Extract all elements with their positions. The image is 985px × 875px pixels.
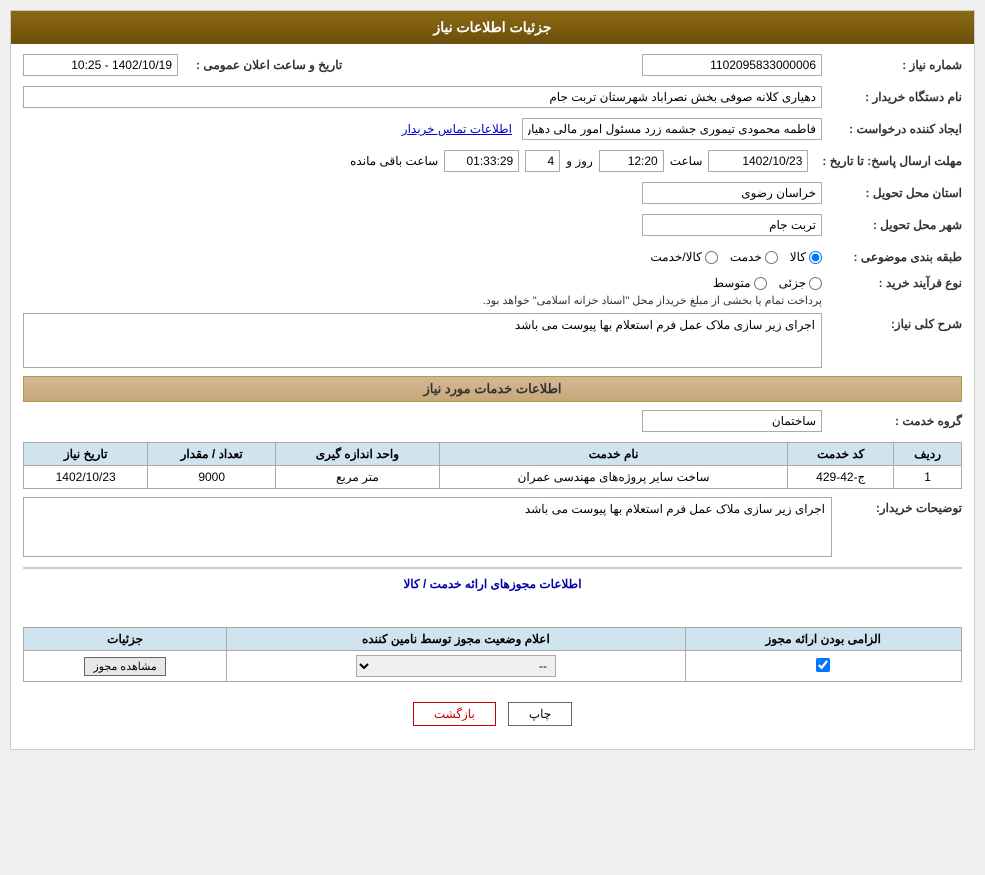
col-name: نام خدمت: [439, 443, 788, 466]
datetime-label: تاریخ و ساعت اعلان عمومی :: [188, 58, 342, 72]
deadline-time-input: [599, 150, 664, 172]
deadline-time-label: ساعت: [670, 154, 703, 168]
remaining-time-input: [444, 150, 519, 172]
table-row: 1 ج-42-429 ساخت سایر پروژه‌های مهندسی عم…: [24, 466, 962, 489]
category-kala-khedmat[interactable]: کالا/خدمت: [650, 250, 717, 264]
services-table-section: ردیف کد خدمت نام خدمت واحد اندازه گیری ت…: [23, 442, 962, 489]
deadline-date-input: [708, 150, 808, 172]
remaining-label: ساعت باقی مانده: [350, 154, 438, 168]
cell-name: ساخت سایر پروژه‌های مهندسی عمران: [439, 466, 788, 489]
col-code: کد خدمت: [788, 443, 894, 466]
col-date: تاریخ نیاز: [24, 443, 148, 466]
province-label: استان محل تحویل :: [832, 186, 962, 200]
lic-cell-required: [685, 651, 961, 682]
cell-code: ج-42-429: [788, 466, 894, 489]
creator-input: [522, 118, 822, 140]
purchase-type-label: نوع فرآیند خرید :: [832, 276, 962, 290]
license-section: اطلاعات مجوزهای ارائه خدمت / کالا الزامی…: [23, 567, 962, 682]
license-header: اطلاعات مجوزهای ارائه خدمت / کالا: [23, 577, 962, 591]
cell-qty: 9000: [148, 466, 276, 489]
need-description-input: اجرای زیر سازی ملاک عمل فرم استعلام بها …: [23, 313, 822, 368]
cell-date: 1402/10/23: [24, 466, 148, 489]
view-license-button[interactable]: مشاهده مجوز: [84, 657, 165, 676]
deadline-days-label: روز و: [566, 154, 593, 168]
category-label: طبقه بندی موضوعی :: [832, 250, 962, 264]
need-description-label: شرح کلی نیاز:: [832, 313, 962, 331]
buyer-notes-row: توضیحات خریدار: اجرای زیر سازی ملاک عمل …: [23, 497, 962, 557]
need-number-label: شماره نیاز :: [832, 58, 962, 72]
services-section-header: اطلاعات خدمات مورد نیاز: [23, 376, 962, 402]
services-table: ردیف کد خدمت نام خدمت واحد اندازه گیری ت…: [23, 442, 962, 489]
deadline-days-input: [525, 150, 560, 172]
back-button[interactable]: بازگشت: [413, 702, 496, 726]
category-khedmat[interactable]: خدمت: [730, 250, 778, 264]
license-row: -- مشاهده مجوز: [24, 651, 962, 682]
buyer-label: نام دستگاه خریدار :: [832, 90, 962, 104]
bottom-buttons: چاپ بازگشت: [23, 702, 962, 726]
lic-col-required: الزامی بودن ارائه مجوز: [685, 628, 961, 651]
col-qty: تعداد / مقدار: [148, 443, 276, 466]
license-status-select[interactable]: --: [356, 655, 556, 677]
print-button[interactable]: چاپ: [508, 702, 572, 726]
cell-row: 1: [894, 466, 962, 489]
datetime-input: [23, 54, 178, 76]
buyer-input: [23, 86, 822, 108]
city-input: [642, 214, 822, 236]
service-group-label: گروه خدمت :: [832, 414, 962, 428]
contact-link[interactable]: اطلاعات تماس خریدار: [402, 122, 512, 136]
purchase-note: پرداخت تمام یا بخشی از مبلغ خریداز محل "…: [483, 294, 822, 307]
col-row: ردیف: [894, 443, 962, 466]
category-kala[interactable]: کالا: [790, 250, 822, 264]
lic-cell-detail: مشاهده مجوز: [24, 651, 227, 682]
creator-label: ایجاد کننده درخواست :: [832, 122, 962, 136]
purchase-type-medium[interactable]: متوسط: [713, 276, 767, 290]
license-table: الزامی بودن ارائه مجوز اعلام وضعیت مجوز …: [23, 627, 962, 682]
province-input: [642, 182, 822, 204]
page-header: جزئیات اطلاعات نیاز: [11, 11, 974, 44]
purchase-type-partial[interactable]: جزئی: [779, 276, 822, 290]
col-unit: واحد اندازه گیری: [276, 443, 440, 466]
lic-cell-status: --: [227, 651, 685, 682]
service-group-input: [642, 410, 822, 432]
lic-col-detail: جزئیات: [24, 628, 227, 651]
cell-unit: متر مربع: [276, 466, 440, 489]
license-required-checkbox: [816, 658, 830, 672]
deadline-label: مهلت ارسال پاسخ: تا تاریخ :: [814, 154, 962, 168]
lic-col-status: اعلام وضعیت مجوز توسط نامین کننده: [227, 628, 685, 651]
need-number-input: [642, 54, 822, 76]
buyer-notes-input: اجرای زیر سازی ملاک عمل فرم استعلام بها …: [23, 497, 832, 557]
city-label: شهر محل تحویل :: [832, 218, 962, 232]
buyer-notes-label: توضیحات خریدار:: [832, 497, 962, 515]
